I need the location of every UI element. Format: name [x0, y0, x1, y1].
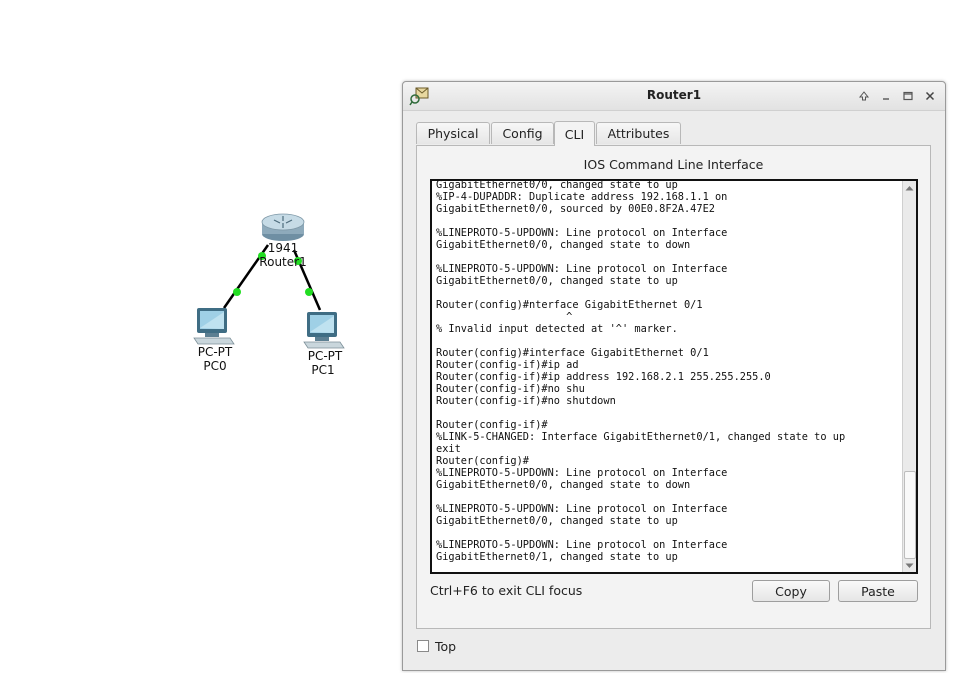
copy-button[interactable]: Copy	[752, 580, 830, 602]
cli-terminal[interactable]: GigabitEthernet0/0, changed state to up …	[430, 179, 918, 574]
close-icon	[925, 91, 935, 101]
maximize-icon	[903, 91, 913, 101]
topology-links	[193, 213, 345, 349]
router-name-label: Router1	[259, 255, 307, 269]
router-config-window[interactable]: Router1 Physical Config CLI Attributes I…	[402, 81, 946, 671]
pc1-name-label: PC1	[311, 363, 335, 377]
shade-button[interactable]	[856, 88, 872, 104]
cli-panel: IOS Command Line Interface GigabitEthern…	[416, 145, 931, 629]
window-titlebar[interactable]: Router1	[403, 82, 945, 111]
link-light-pc1	[305, 288, 313, 296]
pc0-name-label: PC0	[203, 359, 227, 373]
arrow-up-icon	[858, 91, 870, 101]
cli-scrollbar[interactable]	[902, 181, 916, 572]
top-checkbox-label[interactable]: Top	[435, 639, 456, 654]
tab-physical[interactable]: Physical	[416, 122, 490, 144]
pc1-icon[interactable]	[303, 312, 345, 349]
link-light-pc0	[233, 288, 241, 296]
paste-button[interactable]: Paste	[838, 580, 918, 602]
scroll-up-button[interactable]	[903, 181, 916, 194]
pc1-type-label: PC-PT	[307, 349, 343, 363]
router-icon[interactable]	[261, 213, 305, 241]
pc0-icon[interactable]	[193, 308, 235, 345]
close-button[interactable]	[922, 88, 938, 104]
exit-cli-hint: Ctrl+F6 to exit CLI focus	[430, 583, 583, 598]
workspace-canvas[interactable]: 1941 Router1 PC-PT PC0 PC-PT PC1 Router1	[0, 0, 969, 673]
arrow-up-icon	[905, 185, 914, 190]
scroll-down-button[interactable]	[903, 559, 916, 572]
maximize-button[interactable]	[900, 88, 916, 104]
tab-config[interactable]: Config	[491, 122, 554, 144]
minimize-button[interactable]	[878, 88, 894, 104]
router-model-label: 1941	[267, 241, 299, 255]
tab-attributes[interactable]: Attributes	[596, 122, 681, 144]
tab-cli[interactable]: CLI	[554, 121, 595, 146]
cli-output[interactable]: GigabitEthernet0/0, changed state to up …	[436, 181, 900, 563]
top-checkbox[interactable]	[417, 640, 429, 652]
pc0-type-label: PC-PT	[197, 345, 233, 359]
panel-title: IOS Command Line Interface	[583, 157, 764, 172]
arrow-down-icon	[905, 563, 914, 568]
minimize-icon	[883, 98, 889, 100]
scroll-thumb[interactable]	[904, 471, 916, 559]
network-topology: 1941 Router1 PC-PT PC0 PC-PT PC1	[0, 0, 400, 673]
